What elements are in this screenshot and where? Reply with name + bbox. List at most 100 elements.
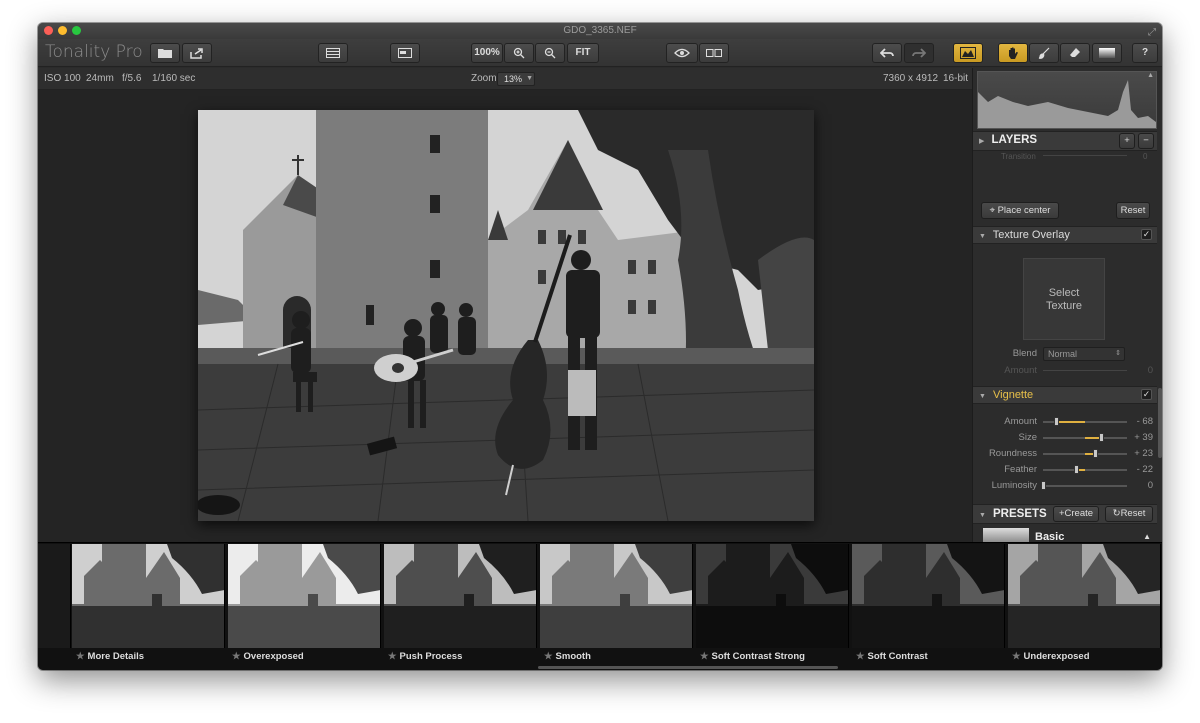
app-name: Tonality Pro: [45, 42, 143, 62]
single-view-button[interactable]: [390, 43, 420, 63]
favorite-star-icon[interactable]: ★: [1012, 651, 1021, 662]
remove-layer-button[interactable]: −: [1138, 133, 1154, 149]
histogram: ▲: [977, 71, 1157, 129]
vignette-row-value: 0: [1147, 480, 1153, 491]
main-photo[interactable]: [198, 110, 814, 521]
main-toolbar: Tonality Pro 100% FIT ?: [38, 39, 1162, 67]
transition-slider[interactable]: [1043, 155, 1127, 156]
preset-thumbnail[interactable]: [852, 544, 1005, 648]
blend-label: Blend: [1012, 348, 1037, 359]
preset-thumbnail[interactable]: [696, 544, 849, 648]
app-window: GDO_3365.NEF ⤢ Tonality Pro 100% FIT ? I…: [38, 23, 1162, 670]
compare-view-button[interactable]: [318, 43, 348, 63]
close-window-button[interactable]: [44, 26, 53, 35]
slider-knob[interactable]: [1041, 481, 1046, 490]
presets-title: PRESETS: [993, 508, 1047, 520]
vignette-checkbox[interactable]: ✓: [1141, 389, 1152, 400]
select-texture-line1: Select: [1048, 287, 1080, 299]
vignette-row-value: - 68: [1136, 416, 1153, 427]
favorite-star-icon[interactable]: ★: [544, 651, 553, 662]
layers-section-header[interactable]: ▶ LAYERS + −: [973, 131, 1157, 151]
histogram-graph: [978, 80, 1156, 128]
chevron-down-icon: ▼: [526, 75, 533, 82]
filmstrip-partial-thumb[interactable]: [38, 544, 71, 648]
zoom-out-icon: [544, 47, 556, 59]
title-bar: GDO_3365.NEF ⤢: [38, 23, 1162, 39]
transition-value: 0: [1143, 152, 1148, 161]
place-center-button[interactable]: ⌖ Place center: [981, 202, 1059, 219]
split-view-button[interactable]: [699, 43, 729, 63]
preset-thumbnail[interactable]: [228, 544, 381, 648]
help-button[interactable]: ?: [1132, 43, 1158, 63]
texture-overlay-checkbox[interactable]: ✓: [1141, 229, 1152, 240]
folder-icon: [158, 49, 172, 58]
preset-thumbnail[interactable]: [384, 544, 537, 648]
fit-button[interactable]: FIT: [567, 43, 599, 63]
vignette-slider[interactable]: [1041, 481, 1127, 490]
zoom-window-button[interactable]: [72, 26, 81, 35]
brush-icon: [1038, 47, 1050, 59]
slider-knob[interactable]: [1073, 465, 1079, 474]
favorite-star-icon[interactable]: ★: [388, 651, 397, 662]
hand-tool-button[interactable]: [998, 43, 1028, 63]
preset-thumbnail[interactable]: [1008, 544, 1161, 648]
eraser-tool-button[interactable]: [1060, 43, 1090, 63]
bit-depth: 16-bit: [943, 73, 969, 84]
histogram-toggle-button[interactable]: [953, 43, 983, 63]
iso-value: ISO 100: [44, 73, 81, 84]
zoom-in-button[interactable]: [504, 43, 534, 63]
vignette-slider[interactable]: [1043, 465, 1127, 474]
redo-button[interactable]: [904, 43, 934, 63]
preset-thumbnail[interactable]: [72, 544, 225, 648]
preset-name: Soft Contrast: [867, 651, 928, 662]
photo-artwork: [198, 110, 814, 521]
texture-overlay-header[interactable]: ▼ Texture Overlay ✓: [973, 226, 1157, 244]
zoom-out-button[interactable]: [535, 43, 565, 63]
zoom-select[interactable]: 13% ▼: [497, 72, 535, 86]
presets-header[interactable]: ▼ PRESETS +Create ↻Reset: [973, 504, 1157, 524]
preset-category-basic[interactable]: Basic ▲: [977, 525, 1159, 552]
gradient-tool-button[interactable]: [1092, 43, 1122, 63]
export-button[interactable]: [182, 43, 212, 63]
preset-thumbnail[interactable]: [540, 544, 693, 648]
favorite-star-icon[interactable]: ★: [232, 651, 241, 662]
preview-button[interactable]: [666, 43, 698, 63]
blend-select[interactable]: Normal ⇕: [1043, 347, 1125, 361]
brush-tool-button[interactable]: [1029, 43, 1059, 63]
focal-length-value: 24mm: [86, 73, 114, 84]
favorite-star-icon[interactable]: ★: [856, 651, 865, 662]
filmstrip-scrollbar[interactable]: [538, 666, 838, 669]
vignette-slider[interactable]: [1043, 449, 1127, 458]
zoom-label: Zoom: [471, 73, 497, 84]
panel-scrollbar[interactable]: [1158, 388, 1162, 458]
undo-button[interactable]: [872, 43, 902, 63]
vignette-slider[interactable]: [1043, 417, 1127, 426]
image-canvas[interactable]: [38, 90, 972, 542]
vignette-slider[interactable]: [1043, 433, 1127, 442]
slider-knob[interactable]: [1092, 449, 1098, 458]
vignette-header[interactable]: ▼ Vignette ✓: [973, 386, 1157, 404]
favorite-star-icon[interactable]: ★: [76, 651, 85, 662]
expanded-triangle-icon: ▼: [979, 393, 986, 400]
preset-name: Soft Contrast Strong: [711, 651, 805, 662]
slider-knob[interactable]: [1099, 433, 1105, 442]
adjustments-panel: ▲ ▶ LAYERS + − Transition 0 ⌖ Place cent…: [972, 68, 1162, 552]
vignette-row-label: Feather: [1004, 464, 1037, 475]
slider-knob[interactable]: [1054, 417, 1060, 426]
layers-title: LAYERS: [991, 134, 1038, 146]
chevron-up-icon[interactable]: ▲: [1143, 532, 1151, 541]
select-texture-button[interactable]: Select Texture: [1023, 258, 1105, 340]
select-texture-line2: Texture: [1045, 300, 1083, 312]
reset-button[interactable]: Reset: [1116, 202, 1150, 219]
scroll-up-icon[interactable]: ▲: [1147, 72, 1154, 79]
add-layer-button[interactable]: +: [1119, 133, 1135, 149]
open-file-button[interactable]: [150, 43, 180, 63]
create-preset-button[interactable]: +Create: [1053, 506, 1099, 522]
minimize-window-button[interactable]: [58, 26, 67, 35]
favorite-star-icon[interactable]: ★: [700, 651, 709, 662]
zoom-100-button[interactable]: 100%: [471, 43, 503, 63]
slider-fill: [1056, 421, 1085, 423]
preset-name: More Details: [87, 651, 145, 662]
reset-presets-button[interactable]: ↻Reset: [1105, 506, 1153, 522]
texture-amount-slider[interactable]: [1043, 370, 1127, 371]
